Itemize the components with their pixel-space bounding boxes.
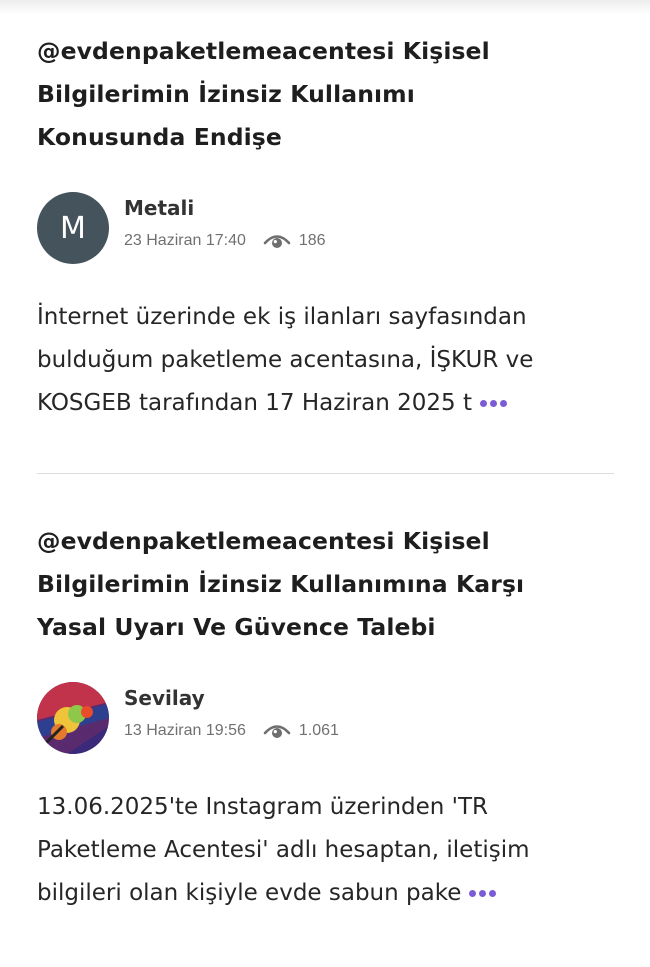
- post-title-line: Bilgilerimin İzinsiz Kullanımı: [37, 80, 415, 108]
- excerpt-line: İnternet üzerinde ek iş ilanları sayfası…: [37, 304, 527, 330]
- avatar[interactable]: [37, 682, 109, 754]
- post-date: 23 Haziran 17:40: [124, 232, 246, 249]
- avatar[interactable]: M: [37, 192, 109, 264]
- post-title[interactable]: @evdenpaketlemeacentesi Kişisel Bilgiler…: [37, 30, 617, 159]
- post-title-line: @evdenpaketlemeacentesi Kişisel: [37, 37, 490, 65]
- excerpt-line: bulduğum paketleme acentasına, İŞKUR ve: [37, 347, 534, 373]
- top-shadow: [0, 0, 650, 14]
- excerpt-line: KOSGEB tarafından 17 Haziran 2025 t: [37, 390, 473, 416]
- post-title[interactable]: @evdenpaketlemeacentesi Kişisel Bilgiler…: [37, 520, 617, 649]
- avatar-initial: M: [37, 192, 109, 264]
- avatar-image: [37, 682, 109, 754]
- excerpt-line: Paketleme Acentesi' adlı hesaptan, ileti…: [37, 837, 530, 863]
- post-date: 13 Haziran 19:56: [124, 722, 246, 739]
- post-title-line: Yasal Uyarı Ve Güvence Talebi: [37, 613, 436, 641]
- divider: [37, 473, 614, 474]
- more-dots-icon[interactable]: [480, 400, 508, 407]
- author-info[interactable]: Sevilay 13 Haziran 19:56 1.061: [37, 682, 437, 754]
- view-count: 186: [298, 232, 326, 249]
- eye-icon: [263, 725, 291, 738]
- post-meta: 23 Haziran 17:40 186: [124, 232, 326, 250]
- complaint-card[interactable]: @evdenpaketlemeacentesi Kişisel Bilgiler…: [37, 520, 617, 940]
- complaint-card[interactable]: @evdenpaketlemeacentesi Kişisel Bilgiler…: [37, 30, 617, 450]
- author-name[interactable]: Sevilay: [124, 686, 205, 710]
- post-title-line: Bilgilerimin İzinsiz Kullanımına Karşı: [37, 570, 525, 598]
- post-excerpt[interactable]: 13.06.2025'te Instagram üzerinden 'TR Pa…: [37, 786, 622, 915]
- excerpt-line: bilgileri olan kişiyle evde sabun pake: [37, 880, 462, 906]
- more-dots-icon[interactable]: [469, 890, 497, 897]
- post-title-line: Konusunda Endişe: [37, 123, 282, 151]
- post-meta: 13 Haziran 19:56 1.061: [124, 722, 339, 740]
- post-title-line: @evdenpaketlemeacentesi Kişisel: [37, 527, 490, 555]
- author-info[interactable]: M Metali 23 Haziran 17:40 186: [37, 192, 437, 264]
- author-name[interactable]: Metali: [124, 196, 194, 220]
- view-count: 1.061: [298, 722, 339, 739]
- post-excerpt[interactable]: İnternet üzerinde ek iş ilanları sayfası…: [37, 296, 622, 425]
- eye-icon: [263, 235, 291, 248]
- excerpt-line: 13.06.2025'te Instagram üzerinden 'TR: [37, 794, 489, 820]
